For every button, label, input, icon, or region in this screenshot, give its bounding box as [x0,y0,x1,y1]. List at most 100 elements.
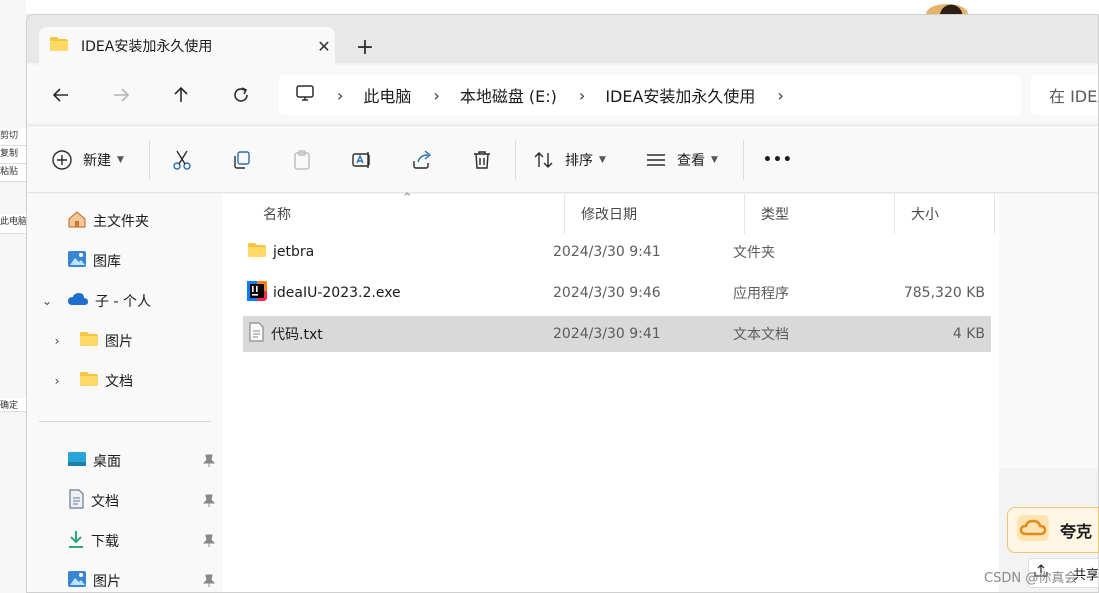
sidebar-item-quick-pictures[interactable]: 图片 [27,564,223,592]
chevron-right-icon[interactable]: › [777,86,783,105]
chevron-right-icon[interactable]: › [337,86,343,105]
file-modified: 2024/3/30 9:41 [553,326,661,342]
sidebar-item-label: 主文件夹 [93,214,149,230]
pin-icon[interactable] [202,494,216,512]
chevron-down-icon: ▼ [117,155,124,165]
quark-popup[interactable]: 夸克 [1007,507,1099,553]
file-type: 文本文档 [733,327,789,343]
file-name-cell: jetbra [247,242,314,262]
share-icon [413,150,432,169]
chevron-right-icon[interactable]: › [433,86,439,105]
file-row-folder[interactable]: jetbra 2024/3/30 9:41 文件夹 [243,234,991,270]
view-button[interactable]: 查看 ▼ [645,146,718,174]
sort-button-label: 排序 [565,153,593,169]
file-row-exe[interactable]: ideaIU-2023.2.exe 2024/3/30 9:46 应用程序 78… [243,275,991,311]
tab-bar: IDEA安装加永久使用 ✕ + [27,15,1098,65]
column-header-modified[interactable]: 修改日期 [565,194,745,234]
gallery-icon [67,250,87,272]
close-tab-icon[interactable]: ✕ [313,35,335,57]
file-size: 785,320 KB [903,285,985,301]
navigation-pane: 主文件夹 图库 ⌄ 子 - 个人 › 图片 › 文档 桌面 文档 下载 图片 [27,194,223,592]
refresh-icon [234,87,248,102]
sidebar-item-label: 图片 [93,574,121,590]
bg-text-ok: 确定 [0,398,26,412]
sidebar-item-home[interactable]: 主文件夹 [27,204,223,238]
sidebar-item-downloads[interactable]: 下载 [27,524,223,558]
address-bar[interactable]: › 此电脑 › 本地磁盘 (E:) › IDEA安装加永久使用 › [279,75,1021,115]
chevron-right-icon[interactable]: › [49,374,65,388]
breadcrumb-current-folder[interactable]: IDEA安装加永久使用 [605,83,755,107]
command-bar: 新建 ▼ 排序 ▼ 查看 ▼ ••• [27,125,1098,193]
bg-text-cut: 剪切 [0,128,26,146]
sort-icon [534,152,553,168]
new-tab-button[interactable]: + [353,35,377,60]
file-row-txt[interactable]: 代码.txt 2024/3/30 9:41 文本文档 4 KB [243,316,991,352]
plus-circle-icon [52,150,72,170]
sidebar-item-label: 文档 [105,374,133,390]
paste-button[interactable] [291,146,313,174]
pin-icon[interactable] [202,454,216,472]
share-button[interactable] [411,146,433,174]
chevron-down-icon[interactable]: ⌄ [39,294,55,308]
cloud-icon [67,291,89,311]
file-modified: 2024/3/30 9:41 [553,244,661,260]
column-header-type[interactable]: 类型 [745,194,895,234]
pin-icon[interactable] [202,574,216,592]
folder-icon [247,242,267,262]
toolbar-divider [743,140,744,180]
sidebar-item-label: 下载 [91,534,119,550]
text-file-icon [247,322,265,346]
chevron-down-icon: ▼ [599,155,606,165]
new-button[interactable]: 新建 ▼ [51,146,124,174]
chevron-down-icon: ▼ [711,155,718,165]
document-icon [67,489,85,513]
column-header-size[interactable]: 大小 [895,194,995,234]
pin-icon[interactable] [202,534,216,552]
toolbar-divider [515,140,516,180]
sidebar-item-quick-documents[interactable]: 文档 [27,484,223,518]
file-modified: 2024/3/30 9:46 [553,285,661,301]
details-pane-top [999,194,1098,468]
search-input[interactable]: 在 IDEA [1031,75,1098,115]
trash-icon [474,151,490,169]
csdn-watermark: CSDN @你真会 [984,571,1078,586]
sidebar-item-pictures[interactable]: › 图片 [27,324,223,358]
breadcrumb-local-disk[interactable]: 本地磁盘 (E:) [460,83,557,107]
background-app-left: 剪切 复制 粘贴 此电脑 确定 [0,0,26,593]
rename-button[interactable] [351,146,373,174]
sidebar-item-label: 桌面 [93,454,121,470]
up-button[interactable] [167,81,195,109]
breadcrumb-this-pc[interactable]: 此电脑 [363,83,411,107]
scissors-icon [173,150,191,170]
cut-button[interactable] [171,146,193,174]
file-name-cell: 代码.txt [247,322,323,346]
arrow-up-icon [174,86,188,102]
tab-title: IDEA安装加永久使用 [81,39,213,55]
sidebar-item-label: 子 - 个人 [95,294,151,310]
sidebar-item-documents[interactable]: › 文档 [27,364,223,398]
back-button[interactable] [47,81,75,109]
sidebar-item-onedrive[interactable]: ⌄ 子 - 个人 [27,284,223,318]
view-button-label: 查看 [677,153,705,169]
forward-button[interactable] [107,81,135,109]
file-list: ^ 名称 修改日期 类型 大小 jetbra 2024/3/30 9:41 文件… [223,192,999,592]
copy-button[interactable] [231,146,253,174]
arrow-right-icon [114,88,130,102]
sidebar-item-desktop[interactable]: 桌面 [27,444,223,478]
quark-cloud-icon [1016,514,1050,546]
file-name: ideaIU-2023.2.exe [273,285,401,301]
sidebar-item-gallery[interactable]: 图库 [27,244,223,278]
refresh-button[interactable] [227,81,255,109]
navigation-bar: › 此电脑 › 本地磁盘 (E:) › IDEA安装加永久使用 › 在 IDEA [27,65,1098,123]
sort-button[interactable]: 排序 ▼ [533,146,606,174]
computer-icon [295,84,315,106]
column-header-name[interactable]: 名称 [247,194,565,234]
chevron-right-icon[interactable]: › [579,86,585,105]
desktop-icon [67,451,87,471]
chevron-right-icon[interactable]: › [49,334,65,348]
more-options-button[interactable]: ••• [763,146,793,174]
tab-current-folder[interactable]: IDEA安装加永久使用 ✕ [39,27,335,65]
delete-button[interactable] [471,146,493,174]
folder-icon [49,36,69,56]
quark-label: 夸克 [1060,522,1093,541]
